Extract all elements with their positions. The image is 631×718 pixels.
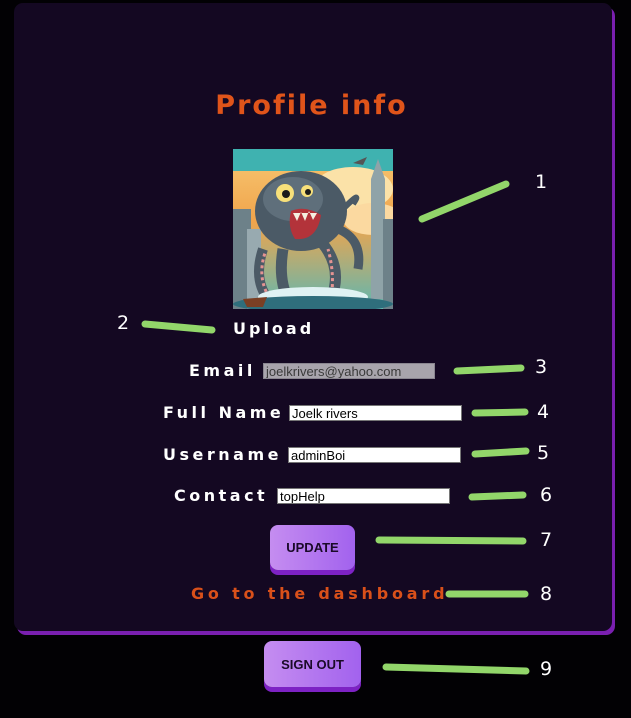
annotation-number-3: 3 <box>535 356 548 378</box>
username-label: Username <box>163 445 282 464</box>
upload-button[interactable]: Upload <box>233 319 314 338</box>
full-name-field[interactable] <box>289 405 462 421</box>
profile-avatar <box>233 149 393 309</box>
annotation-number-6: 6 <box>540 484 553 506</box>
page: Profile info Upload Email joelkrivers@ya… <box>0 0 631 718</box>
octopus-monster-illustration <box>233 149 393 309</box>
page-title: Profile info <box>215 90 408 121</box>
annotation-number-4: 4 <box>537 401 550 423</box>
dashboard-link[interactable]: Go to the dashboard <box>191 584 448 603</box>
annotation-number-5: 5 <box>537 442 550 464</box>
update-button[interactable]: UPDATE <box>270 525 355 570</box>
email-field <box>263 363 435 379</box>
annotation-number-2: 2 <box>117 312 130 334</box>
contact-field[interactable] <box>277 488 450 504</box>
sign-out-button[interactable]: SIGN OUT <box>264 641 361 687</box>
annotation-number-8: 8 <box>540 583 553 605</box>
annotation-number-1: 1 <box>535 171 548 193</box>
username-field[interactable] <box>288 447 461 463</box>
annotation-stroke-9 <box>382 663 530 675</box>
email-label: Email <box>189 361 256 380</box>
full-name-label: Full Name <box>163 403 285 422</box>
annotation-number-9: 9 <box>540 658 553 680</box>
contact-label: Contact <box>174 486 269 505</box>
annotation-number-7: 7 <box>540 529 553 551</box>
